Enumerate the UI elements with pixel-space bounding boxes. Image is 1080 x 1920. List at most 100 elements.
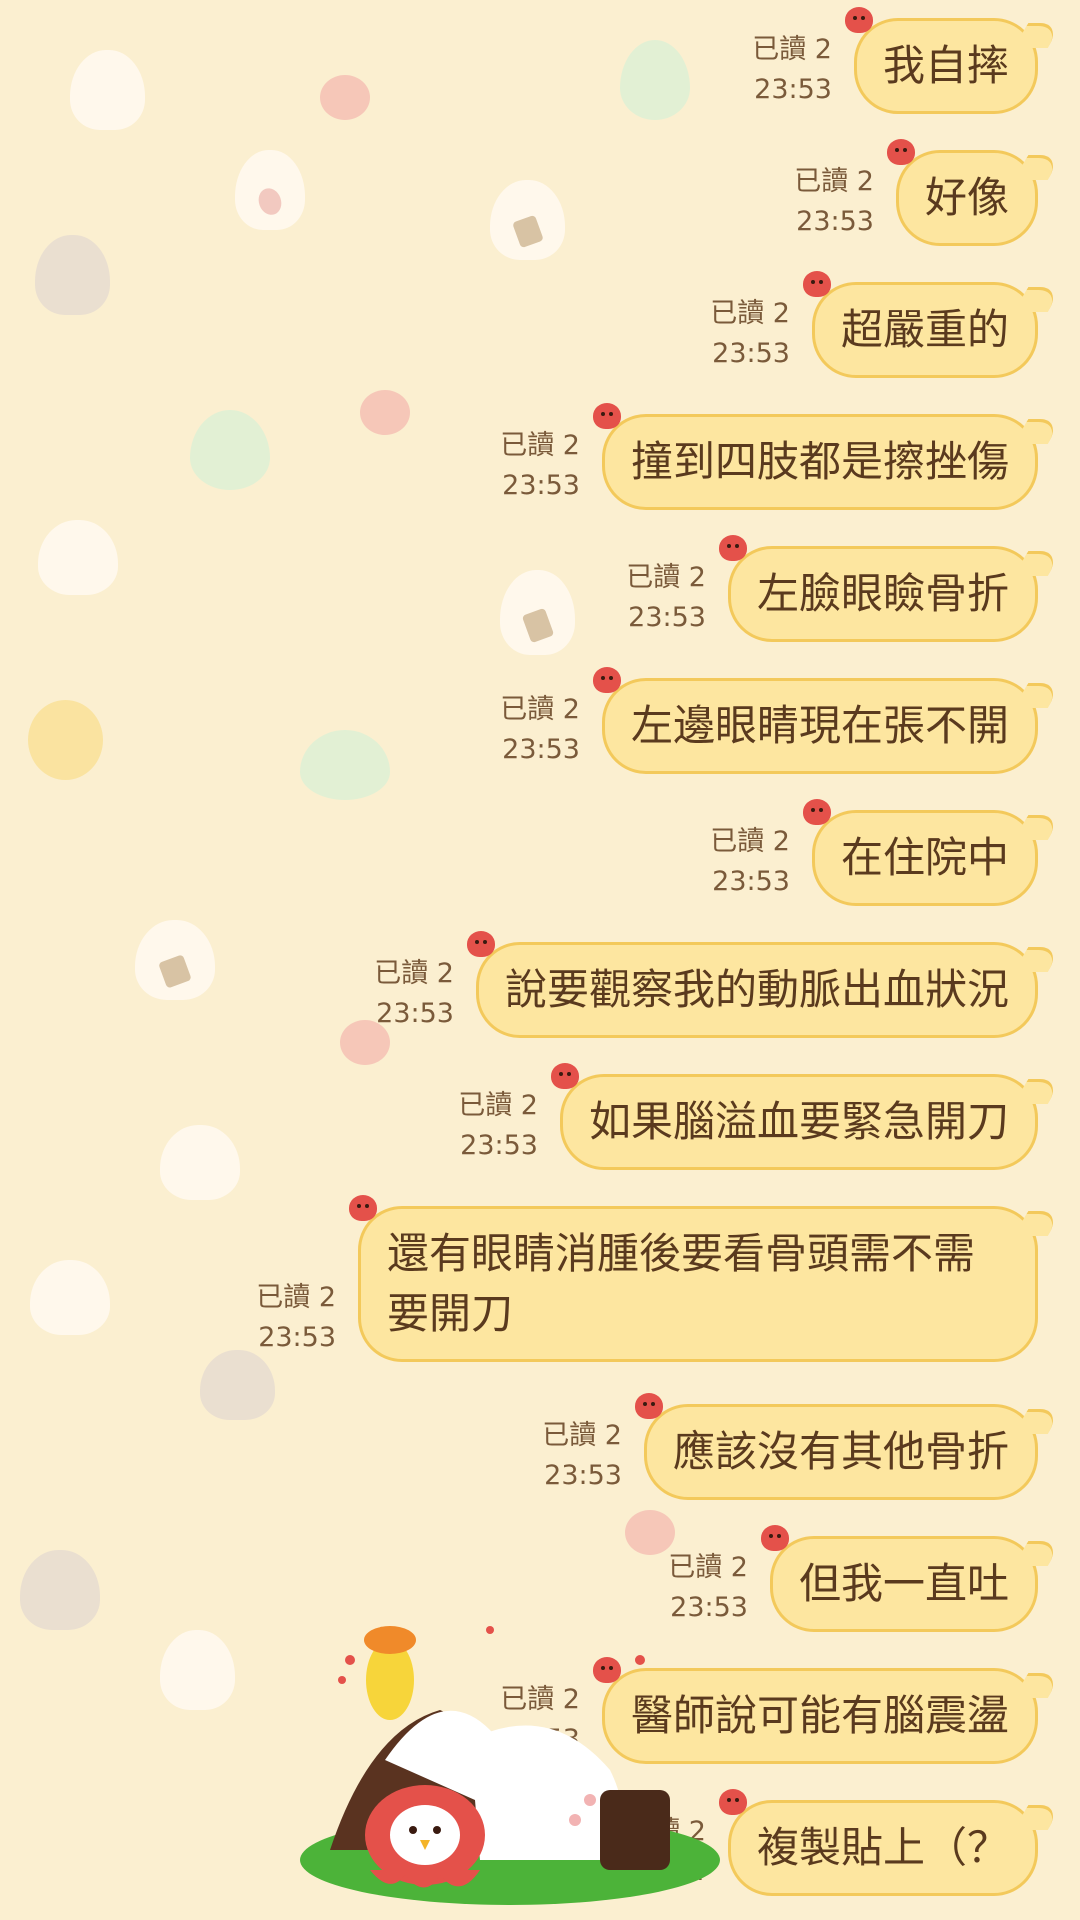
- message-row: 已讀 2 23:53 應該沒有其他骨折: [542, 1393, 1063, 1500]
- message-text: 左邊眼睛現在張不開: [630, 701, 1009, 750]
- message-bubble[interactable]: 好像: [886, 139, 1063, 246]
- read-receipt: 已讀 2: [710, 298, 790, 329]
- message-time: 23:53: [712, 338, 790, 369]
- message-text: 但我一直吐: [798, 1559, 1009, 1608]
- bubble-tail: [1013, 551, 1063, 576]
- read-receipt: 已讀 2: [256, 1282, 336, 1313]
- message-row: 已讀 2 23:53 說要觀察我的動脈出血狀況: [374, 931, 1063, 1038]
- octopus-icon: [718, 535, 747, 561]
- message-bubble[interactable]: 複製貼上（？: [718, 1789, 1063, 1896]
- message-text: 還有眼睛消腫後要看骨頭需不需要開刀: [387, 1229, 976, 1338]
- octopus-icon: [592, 403, 621, 429]
- message-meta: 已讀 2 23:53: [542, 1416, 622, 1496]
- message-meta: 已讀 2 23:53: [256, 1278, 336, 1358]
- message-text: 說要觀察我的動脈出血狀況: [504, 965, 1009, 1014]
- message-text: 左臉眼瞼骨折: [756, 569, 1009, 618]
- message-text: 複製貼上（？: [756, 1823, 1009, 1872]
- message-time: 23:53: [502, 470, 580, 501]
- message-bubble[interactable]: 說要觀察我的動脈出血狀況: [466, 931, 1063, 1038]
- read-receipt: 已讀 2: [710, 826, 790, 857]
- read-receipt: 已讀 2: [794, 166, 874, 197]
- message-bubble[interactable]: 如果腦溢血要緊急開刀: [550, 1063, 1063, 1170]
- message-row: 已讀 2 23:53 左臉眼瞼骨折: [626, 535, 1063, 642]
- message-row: 已讀 2 23:53 超嚴重的: [710, 271, 1063, 378]
- bubble-tail: [1013, 1805, 1063, 1830]
- message-meta: 已讀 2 23:53: [710, 822, 790, 902]
- message-time: 23:53: [712, 866, 790, 897]
- bubble-tail: [1013, 815, 1063, 840]
- message-time: 23:53: [754, 74, 832, 105]
- message-meta: 已讀 2 23:53: [794, 162, 874, 242]
- read-receipt: 已讀 2: [542, 1420, 622, 1451]
- octopus-icon: [466, 931, 495, 957]
- message-bubble[interactable]: 超嚴重的: [802, 271, 1063, 378]
- message-row: 已讀 2 23:53 如果腦溢血要緊急開刀: [458, 1063, 1063, 1170]
- read-receipt: 已讀 2: [500, 430, 580, 461]
- bubble-tail: [1013, 1541, 1063, 1566]
- message-text: 好像: [924, 173, 1009, 222]
- bubble-tail: [1013, 1079, 1063, 1104]
- message-row: 已讀 2 23:53 撞到四肢都是擦挫傷: [500, 403, 1063, 510]
- bubble-tail: [1013, 155, 1063, 180]
- bubble-tail: [1013, 287, 1063, 312]
- octopus-icon: [844, 7, 873, 33]
- octopus-icon: [802, 799, 831, 825]
- read-receipt: 已讀 2: [626, 562, 706, 593]
- octopus-icon: [550, 1063, 579, 1089]
- message-text: 撞到四肢都是擦挫傷: [630, 437, 1009, 486]
- message-bubble[interactable]: 應該沒有其他骨折: [634, 1393, 1063, 1500]
- message-row: 已讀 2 23:53 還有眼睛消腫後要看骨頭需不需要開刀: [256, 1195, 1063, 1362]
- message-text: 應該沒有其他骨折: [672, 1427, 1009, 1476]
- bubble-tail: [1013, 947, 1063, 972]
- rice-ball-octopus-sticker[interactable]: [290, 1620, 740, 1920]
- message-row: 已讀 2 23:53 好像: [794, 139, 1063, 246]
- bubble-tail: [1013, 419, 1063, 444]
- octopus-icon: [802, 271, 831, 297]
- message-meta: 已讀 2 23:53: [752, 30, 832, 110]
- bubble-tail: [1013, 1409, 1063, 1434]
- octopus-icon: [634, 1393, 663, 1419]
- read-receipt: 已讀 2: [500, 694, 580, 725]
- bubble-tail: [1013, 23, 1063, 48]
- read-receipt: 已讀 2: [752, 34, 832, 65]
- message-text: 如果腦溢血要緊急開刀: [588, 1097, 1009, 1146]
- message-meta: 已讀 2 23:53: [500, 690, 580, 770]
- message-time: 23:53: [544, 1460, 622, 1491]
- bubble-tail: [1013, 1673, 1063, 1698]
- octopus-icon: [592, 667, 621, 693]
- octopus-icon: [760, 1525, 789, 1551]
- octopus-icon: [349, 1195, 377, 1221]
- message-row: 已讀 2 23:53 在住院中: [710, 799, 1063, 906]
- bubble-tail: [1013, 1211, 1063, 1236]
- octopus-icon: [886, 139, 915, 165]
- message-text: 我自摔: [882, 41, 1009, 90]
- message-time: 23:53: [258, 1322, 336, 1353]
- read-receipt: 已讀 2: [374, 958, 454, 989]
- message-time: 23:53: [628, 602, 706, 633]
- message-time: 23:53: [376, 998, 454, 1029]
- message-row: 已讀 2 23:53 我自摔: [752, 7, 1063, 114]
- message-time: 23:53: [502, 734, 580, 765]
- message-bubble[interactable]: 在住院中: [802, 799, 1063, 906]
- message-time: 23:53: [460, 1130, 538, 1161]
- read-receipt: 已讀 2: [668, 1552, 748, 1583]
- message-meta: 已讀 2 23:53: [374, 954, 454, 1034]
- message-bubble[interactable]: 左臉眼瞼骨折: [718, 535, 1063, 642]
- message-bubble[interactable]: 我自摔: [844, 7, 1063, 114]
- message-row: 已讀 2 23:53 左邊眼睛現在張不開: [500, 667, 1063, 774]
- message-row: 已讀 2 23:53 但我一直吐: [668, 1525, 1063, 1632]
- message-meta: 已讀 223:53: [668, 1548, 748, 1628]
- message-meta: 已讀 2 23:53: [500, 426, 580, 506]
- message-bubble[interactable]: 左邊眼睛現在張不開: [592, 667, 1063, 774]
- message-meta: 已讀 2 23:53: [458, 1086, 538, 1166]
- message-time: 23:53: [796, 206, 874, 237]
- bubble-tail: [1013, 683, 1063, 708]
- message-bubble[interactable]: 但我一直吐: [760, 1525, 1063, 1632]
- message-text: 在住院中: [840, 833, 1009, 882]
- message-bubble[interactable]: 撞到四肢都是擦挫傷: [592, 403, 1063, 510]
- message-text: 超嚴重的: [840, 305, 1009, 354]
- message-meta: 已讀 2 23:53: [710, 294, 790, 374]
- message-meta: 已讀 2 23:53: [626, 558, 706, 638]
- message-bubble[interactable]: 還有眼睛消腫後要看骨頭需不需要開刀: [349, 1195, 1063, 1362]
- read-receipt: 已讀 2: [458, 1090, 538, 1121]
